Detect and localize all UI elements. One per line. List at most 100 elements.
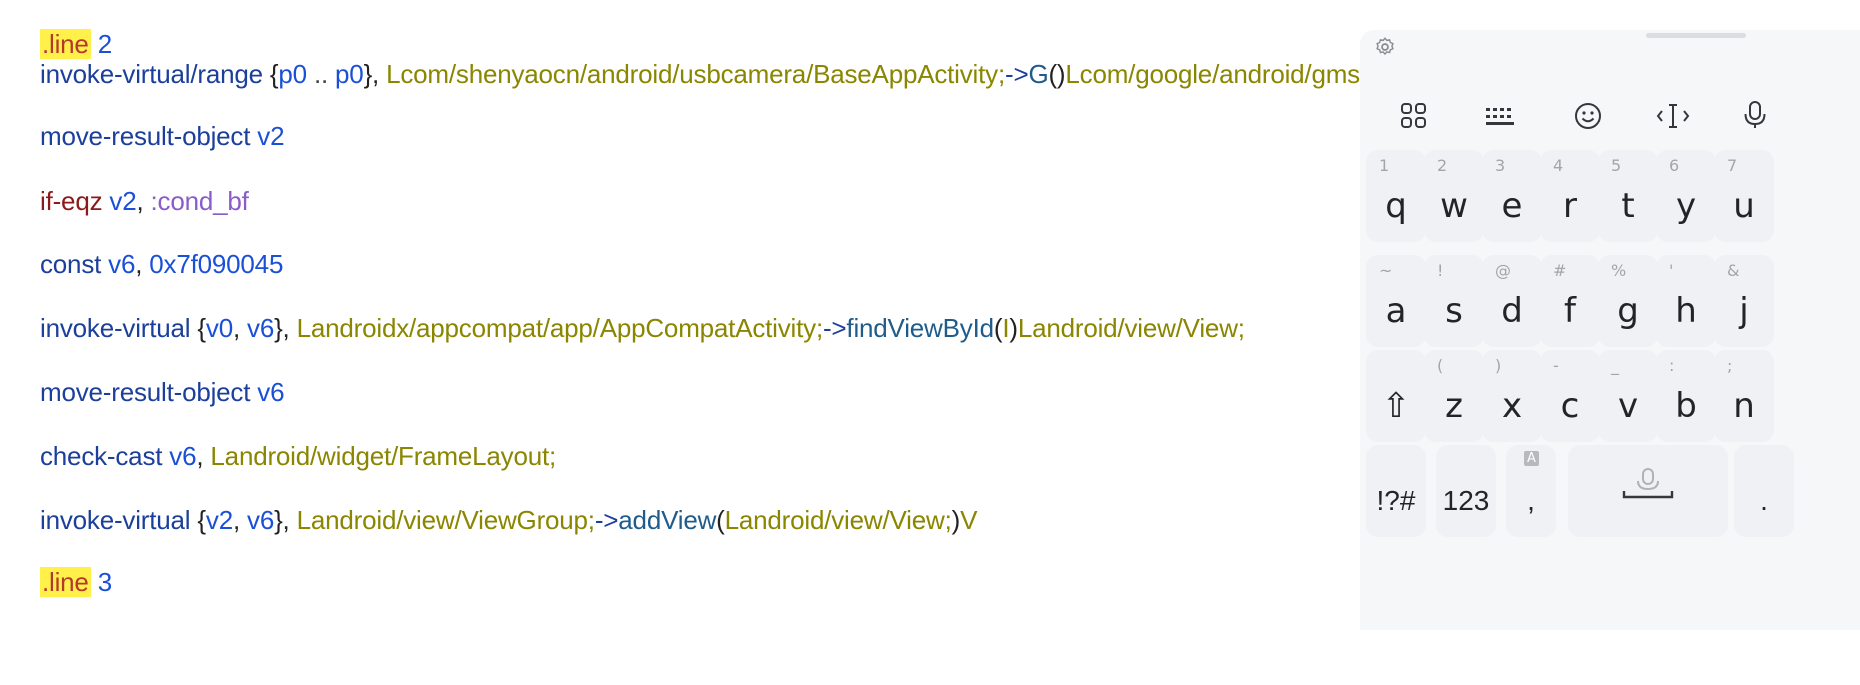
key-g[interactable]: % g <box>1598 255 1658 347</box>
key-b[interactable]: :b <box>1656 350 1716 442</box>
shift-key[interactable]: ⇧ <box>1366 350 1426 442</box>
code-token: v2 <box>205 505 233 535</box>
key-label: 123 <box>1442 485 1490 516</box>
code-token: 2 <box>90 29 112 59</box>
code-token: ) <box>951 505 961 535</box>
key-hint-label: ~ <box>1379 261 1393 280</box>
key-c[interactable]: -c <box>1540 350 1600 442</box>
key-label: r <box>1563 186 1577 226</box>
key-x[interactable]: ) x <box>1482 350 1542 442</box>
code-token: Landroid/view/ViewGroup; <box>296 505 595 535</box>
key-r[interactable]: 4r <box>1540 150 1600 242</box>
code-token: v6 <box>247 313 275 343</box>
code-line[interactable]: check-cast v6, Landroid/widget/FrameLayo… <box>40 440 556 472</box>
code-token: invoke-virtual <box>40 313 198 343</box>
key-label: u <box>1733 186 1755 226</box>
code-line[interactable]: invoke-virtual {v2, v6}, Landroid/view/V… <box>40 504 977 536</box>
space-bar[interactable] <box>1568 445 1728 537</box>
code-token: Landroidx/appcompat/app/AppCompatActivit… <box>296 313 824 343</box>
comma-key[interactable]: A, <box>1506 445 1556 537</box>
cursor-move-icon[interactable] <box>1656 102 1690 130</box>
key-q[interactable]: 1q <box>1366 150 1426 242</box>
code-line[interactable]: move-result-object v6 <box>40 376 285 408</box>
code-token: }, <box>363 59 387 89</box>
key-hint-label: - <box>1553 356 1559 375</box>
code-token: { <box>197 505 206 535</box>
code-token: invoke-virtual <box>40 505 198 535</box>
code-token: v6 <box>247 505 275 535</box>
code-token: const <box>40 249 109 279</box>
key-j[interactable]: & j <box>1714 255 1774 347</box>
apps-grid-icon[interactable] <box>1400 102 1428 130</box>
key-z[interactable]: (z <box>1424 350 1484 442</box>
key-t[interactable]: 5t <box>1598 150 1658 242</box>
code-token: , <box>135 249 150 279</box>
key-hint-label: 7 <box>1727 156 1738 175</box>
key-h[interactable]: ' h <box>1656 255 1716 347</box>
code-token: v0 <box>205 313 233 343</box>
key-y[interactable]: 6y <box>1656 150 1716 242</box>
key-a[interactable]: ~ a <box>1366 255 1426 347</box>
key-hint-label: 3 <box>1495 156 1506 175</box>
key-d[interactable]: @ d <box>1482 255 1542 347</box>
emoji-icon[interactable] <box>1574 102 1602 130</box>
key-label: q <box>1385 186 1407 226</box>
symbols-key[interactable]: !?# <box>1366 445 1426 537</box>
key-s[interactable]: ! s <box>1424 255 1484 347</box>
code-line[interactable]: invoke-virtual {v0, v6}, Landroidx/appco… <box>40 312 1245 344</box>
settings-icon[interactable] <box>1374 36 1396 58</box>
key-label: s <box>1445 291 1463 331</box>
key-hint-label: 4 <box>1553 156 1564 175</box>
key-label: g <box>1617 291 1639 331</box>
key-label: f <box>1564 291 1576 331</box>
key-n[interactable]: ; n <box>1714 350 1774 442</box>
key-hint-label: _ <box>1611 356 1619 375</box>
key-label: c <box>1560 386 1580 426</box>
key-hint-label: : <box>1669 356 1675 375</box>
keyboard-drag-handle[interactable] <box>1646 33 1746 38</box>
key-u[interactable]: 7u <box>1714 150 1774 242</box>
key-hint-label: ) <box>1495 356 1502 375</box>
code-token: }, <box>274 313 297 343</box>
key-w[interactable]: 2w <box>1424 150 1484 242</box>
key-hint-label: ( <box>1437 356 1444 375</box>
soft-keyboard: 1 q 2 w 3 e 4 r 5 t 6 y 7 u ~ a! s @ d # f% g ' h & j ⇧(z) x - c _ v: b;… <box>1360 30 1860 630</box>
microphone-icon[interactable] <box>1742 100 1768 130</box>
key-label: x <box>1501 386 1523 426</box>
code-token: if-eqz <box>40 186 110 216</box>
key-label: d <box>1501 291 1523 331</box>
code-token: V <box>960 505 978 535</box>
key-label: ⇧ <box>1381 386 1411 426</box>
key-hint-label: A <box>1524 451 1539 466</box>
key-label: e <box>1501 186 1523 226</box>
code-token: }, <box>274 505 297 535</box>
code-line[interactable]: if-eqz v2, :cond_bf <box>40 185 249 217</box>
key-label: z <box>1445 386 1463 426</box>
code-token: v6 <box>257 377 285 407</box>
code-token: ) <box>1009 313 1018 343</box>
code-line[interactable]: .line 2 <box>40 28 112 60</box>
key-e[interactable]: 3e <box>1482 150 1542 242</box>
code-line[interactable]: const v6, 0x7f090045 <box>40 248 283 280</box>
key-f[interactable]: # f <box>1540 255 1600 347</box>
code-line[interactable]: move-result-object v2 <box>40 120 285 152</box>
key-label: t <box>1621 186 1635 226</box>
key-hint-label: 5 <box>1611 156 1622 175</box>
code-token: ( <box>716 505 725 535</box>
key-label: j <box>1739 291 1749 331</box>
code-token: check-cast <box>40 441 170 471</box>
space-mic-icon <box>1620 467 1676 506</box>
code-token: 0x7f090045 <box>149 249 284 279</box>
code-token: -> <box>594 505 619 535</box>
code-token: v6 <box>108 249 136 279</box>
keyboard-icon[interactable] <box>1484 106 1516 128</box>
key-label: v <box>1617 386 1639 426</box>
code-token: v6 <box>169 441 197 471</box>
code-line[interactable]: .line 3 <box>40 566 112 598</box>
key-hint-label: # <box>1553 261 1567 280</box>
key-v[interactable]: _ v <box>1598 350 1658 442</box>
code-line[interactable]: invoke-virtual/range {p0 .. p0}, Lcom/sh… <box>40 58 1509 90</box>
period-key[interactable]: . <box>1734 445 1794 537</box>
code-token: p0 <box>278 59 307 89</box>
numbers-key[interactable]: 123 <box>1436 445 1496 537</box>
